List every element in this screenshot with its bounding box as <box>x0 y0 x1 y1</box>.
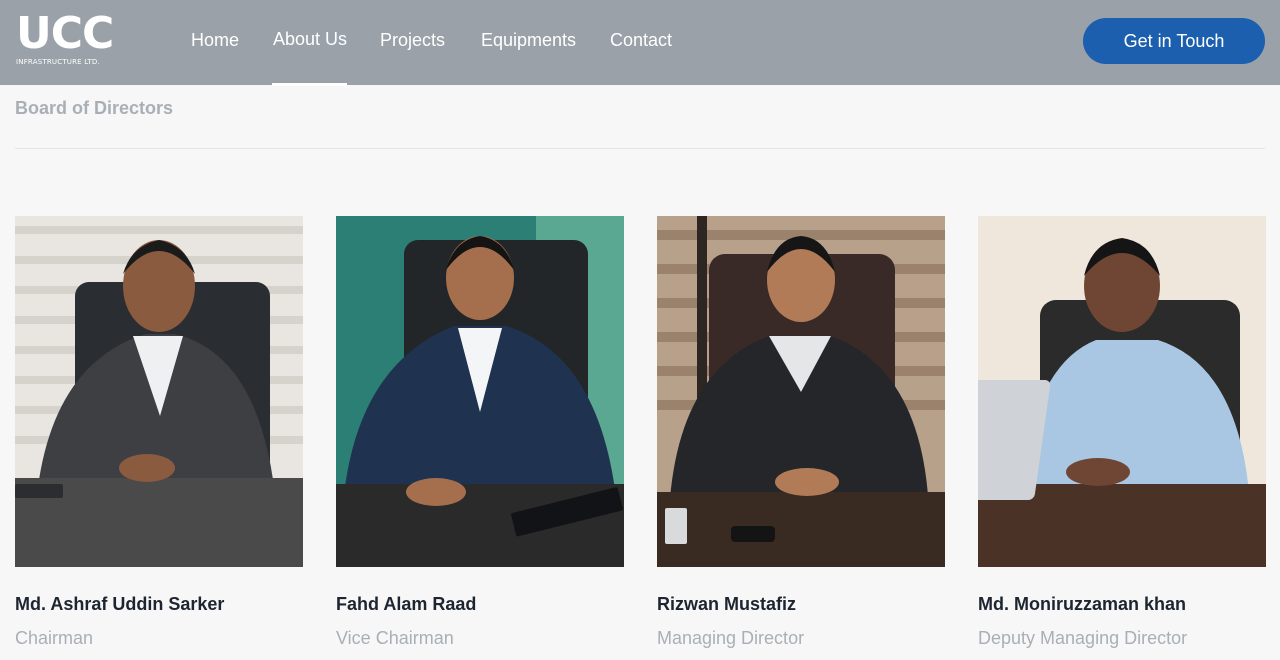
logo-subtitle: INFRASTRUCTURE LTD. <box>16 58 100 66</box>
director-card: Fahd Alam Raad Vice Chairman <box>336 216 624 648</box>
logo-mark: UCC <box>16 8 114 59</box>
nav-equipments[interactable]: Equipments <box>481 30 576 51</box>
nav-projects[interactable]: Projects <box>380 30 445 51</box>
section-title: Board of Directors <box>15 98 174 118</box>
director-role: Chairman <box>15 628 94 648</box>
brand-logo[interactable]: UCC INFRASTRUCTURE LTD. <box>16 12 124 70</box>
navbar: UCC INFRASTRUCTURE LTD. Home About Us Pr… <box>0 0 1280 86</box>
director-name: Md. Ashraf Uddin Sarker <box>15 594 225 614</box>
director-photo <box>15 216 303 567</box>
director-name: Fahd Alam Raad <box>336 594 477 614</box>
director-name: Rizwan Mustafiz <box>657 594 797 614</box>
director-role: Deputy Managing Director <box>978 628 1188 648</box>
director-role: Managing Director <box>657 628 805 648</box>
section-divider <box>15 148 1265 149</box>
director-name: Md. Moniruzzaman khan <box>978 594 1187 614</box>
nav-about-us[interactable]: About Us <box>273 29 347 50</box>
director-photo <box>336 216 624 567</box>
nav-home[interactable]: Home <box>191 30 239 51</box>
director-card: Rizwan Mustafiz Managing Director <box>657 216 945 648</box>
director-photo <box>978 216 1266 567</box>
nav-active-indicator <box>272 83 347 86</box>
director-card: Md. Moniruzzaman khan Deputy Managing Di… <box>978 216 1266 648</box>
get-in-touch-button[interactable]: Get in Touch <box>1083 18 1265 64</box>
director-photo <box>657 216 945 567</box>
nav-contact[interactable]: Contact <box>610 30 672 51</box>
director-role: Vice Chairman <box>336 628 454 648</box>
director-card: Md. Ashraf Uddin Sarker Chairman <box>15 216 303 648</box>
